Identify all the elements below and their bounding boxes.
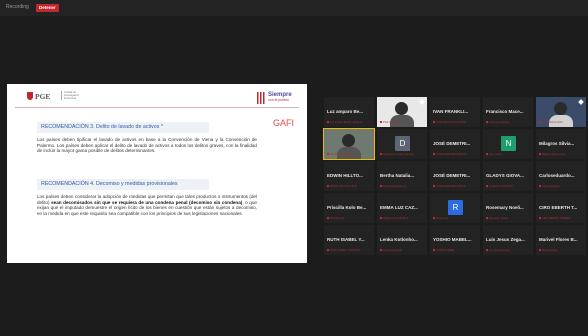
rec4-text-bold: sean decomisados sin que se requiera de …	[51, 199, 243, 205]
participant-subtitle: EDWIN HILLTON CRUZ	[327, 185, 373, 187]
shield-icon	[27, 92, 33, 100]
gafi-label: GAFI	[273, 118, 295, 128]
participant-tile[interactable]: YOSHIO MABEL... YOSHIO MABEL	[430, 225, 480, 255]
participant-subtitle: JOSE DEMETRIO RAMOS	[433, 153, 479, 155]
participant-subtitle: Rosemary Noelia	[486, 217, 532, 219]
participant-tile[interactable]: JOSÉ DEMETRI... JOSE DEMETRIO RAMOS	[430, 129, 480, 159]
participant-subtitle: Miguel Angel Quispe	[327, 153, 373, 155]
avatar: N	[501, 136, 516, 151]
participant-subtitle: YOSHIO MABEL	[433, 249, 479, 251]
recommendation-4-text: Los países deben considerar la adopción …	[37, 194, 257, 216]
avatar: D	[395, 136, 410, 151]
participant-tile[interactable]: Luis Jesus Zega... Luis Jesus Zegarra	[483, 225, 533, 255]
participant-tile[interactable]: Marivel Flores B... Marivel Flores	[536, 225, 586, 255]
recommendation-3-text: Los países deben tipificar el lavado de …	[37, 137, 257, 154]
participant-subtitle: GLADYS GIOVANNA	[486, 185, 532, 187]
recommendation-4-title: RECOMENDACIÓN 4. Decomiso y medidas prov…	[37, 179, 209, 190]
participant-subtitle: Diana Nelly Quispe Paredes	[380, 153, 426, 155]
participant-name: JOSÉ DEMETRI...	[433, 141, 471, 146]
participant-subtitle: Milagros Silvia Lopez	[539, 153, 585, 155]
participant-name: Priscilla Kolo Be...	[327, 205, 367, 210]
participant-name: Luz amparo Be...	[327, 109, 364, 114]
participant-figure	[342, 134, 355, 147]
participant-tile[interactable]: Priscilla Kolo Be... Priscilla Kolo	[324, 193, 374, 223]
participant-tile[interactable]: EMMA LUZ CAZ... EMMA LUZ CAZORLA	[377, 193, 427, 223]
shared-slide: PGE Unidad de Investigación Financiera S…	[7, 84, 307, 263]
participant-subtitle: JOSE DEMETRIO ROJAS	[433, 185, 479, 187]
header-divider	[15, 107, 299, 108]
participant-subtitle: PGE Lima PGE	[380, 121, 426, 123]
participant-name: YOSHIO MABEL...	[433, 237, 472, 242]
participant-name: Luis Jesus Zega...	[486, 237, 525, 242]
avatar: R	[448, 200, 463, 215]
meeting-top-bar: Recording Detener	[0, 0, 588, 16]
participant-tile[interactable]: RUTH ISABEL Y... RUTH ISABEL YUPANQUI	[324, 225, 374, 255]
pge-logo: PGE	[17, 91, 57, 102]
participant-subtitle: IVAN FRANKLIN CASTRO	[433, 121, 479, 123]
participant-tile[interactable]: Lucia Ramos Ortiz	[536, 97, 586, 127]
participant-tile[interactable]: CIRO EBERTH T... CIRO EBERTH TORRES	[536, 193, 586, 223]
participant-subtitle: Nelly Garcia	[486, 153, 532, 155]
participant-tile[interactable]: PGE Lima PGE	[377, 97, 427, 127]
participant-tile[interactable]: R Rosa Leon	[430, 193, 480, 223]
pge-logo-text: PGE	[35, 92, 51, 101]
participant-tile[interactable]: JOSÉ DEMETRI... JOSE DEMETRIO ROJAS	[430, 161, 480, 191]
participant-name: JOSÉ DEMETRI...	[433, 173, 471, 178]
participant-subtitle: Luz amparo Beatriz Jaurigue	[327, 121, 373, 123]
participant-tile[interactable]: Lenka Kotlonho... Lenka Kotlonhoff	[377, 225, 427, 255]
participant-tile[interactable]: Bertha Natalia... Bertha Natalia Reyes	[377, 161, 427, 191]
participant-name: IVAN FRANKLI...	[433, 109, 469, 114]
participant-tile[interactable]: N Nelly Garcia	[483, 129, 533, 159]
participant-tile[interactable]: Miguel Angel Quispe	[323, 128, 375, 160]
siempre-subtitle: con el pueblo	[268, 98, 289, 102]
recording-label: Recording	[6, 4, 29, 10]
participant-name: Francisco Mace...	[486, 109, 524, 114]
participant-tile[interactable]: EDWIN HILLTO... EDWIN HILLTON CRUZ	[324, 161, 374, 191]
participant-subtitle: EMMA LUZ CAZORLA	[380, 217, 426, 219]
participant-subtitle: Francisco Macedo	[486, 121, 532, 123]
participant-tile[interactable]: D Diana Nelly Quispe Paredes	[377, 129, 427, 159]
participant-tile[interactable]: GLADYS GIOVA... GLADYS GIOVANNA	[483, 161, 533, 191]
participant-subtitle: Lenka Kotlonhoff	[380, 249, 426, 251]
participant-tile[interactable]: IVAN FRANKLI... IVAN FRANKLIN CASTRO	[430, 97, 480, 127]
participant-subtitle: Lucia Ramos Ortiz	[539, 121, 585, 123]
participant-subtitle: CIRO EBERTH TORRES	[539, 217, 585, 219]
recommendation-3-title: RECOMENDACIÓN 3. Delito de lavado de act…	[37, 122, 209, 133]
pge-unit-text: Unidad de Investigación Financiera	[61, 91, 87, 100]
participant-name: Bertha Natalia...	[380, 173, 415, 178]
participant-subtitle: Marivel Flores	[539, 249, 585, 251]
participant-name: Rosemary Noeli...	[486, 205, 524, 210]
participant-tile[interactable]: Carloseduardo... Carlos Eduardo	[536, 161, 586, 191]
participant-name: EMMA LUZ CAZ...	[380, 205, 418, 210]
slide-header: PGE Unidad de Investigación Financiera S…	[7, 84, 307, 108]
participant-subtitle: Rosa Leon	[433, 217, 479, 219]
participant-subtitle: Priscilla Kolo	[327, 217, 373, 219]
participant-tile[interactable]: Rosemary Noeli... Rosemary Noelia	[483, 193, 533, 223]
participant-subtitle: RUTH ISABEL YUPANQUI	[327, 249, 373, 251]
participant-name: GLADYS GIOVA...	[486, 173, 524, 178]
participant-subtitle: Bertha Natalia Reyes	[380, 185, 426, 187]
flag-icon	[257, 92, 266, 104]
participant-figure	[395, 102, 408, 115]
participant-tile[interactable]: Francisco Mace... Francisco Macedo	[483, 97, 533, 127]
participant-name: EDWIN HILLTO...	[327, 173, 363, 178]
siempre-logo: Siempre con el pueblo	[257, 92, 303, 106]
participant-subtitle: Luis Jesus Zegarra	[486, 249, 532, 251]
participant-name: Lenka Kotlonho...	[380, 237, 418, 242]
stop-recording-button[interactable]: Detener	[36, 4, 59, 12]
participant-tile[interactable]: Luz amparo Be... Luz amparo Beatriz Jauri…	[324, 97, 374, 127]
participant-name: RUTH ISABEL Y...	[327, 237, 365, 242]
participant-name: Carloseduardo...	[539, 173, 575, 178]
participant-name: Marivel Flores B...	[539, 237, 578, 242]
participant-tile[interactable]: Milagros Silvia... Milagros Silvia Lopez	[536, 129, 586, 159]
participant-name: CIRO EBERTH T...	[539, 205, 578, 210]
participant-name: Milagros Silvia...	[539, 141, 575, 146]
participant-subtitle: Carlos Eduardo	[539, 185, 585, 187]
participant-figure	[554, 102, 567, 115]
